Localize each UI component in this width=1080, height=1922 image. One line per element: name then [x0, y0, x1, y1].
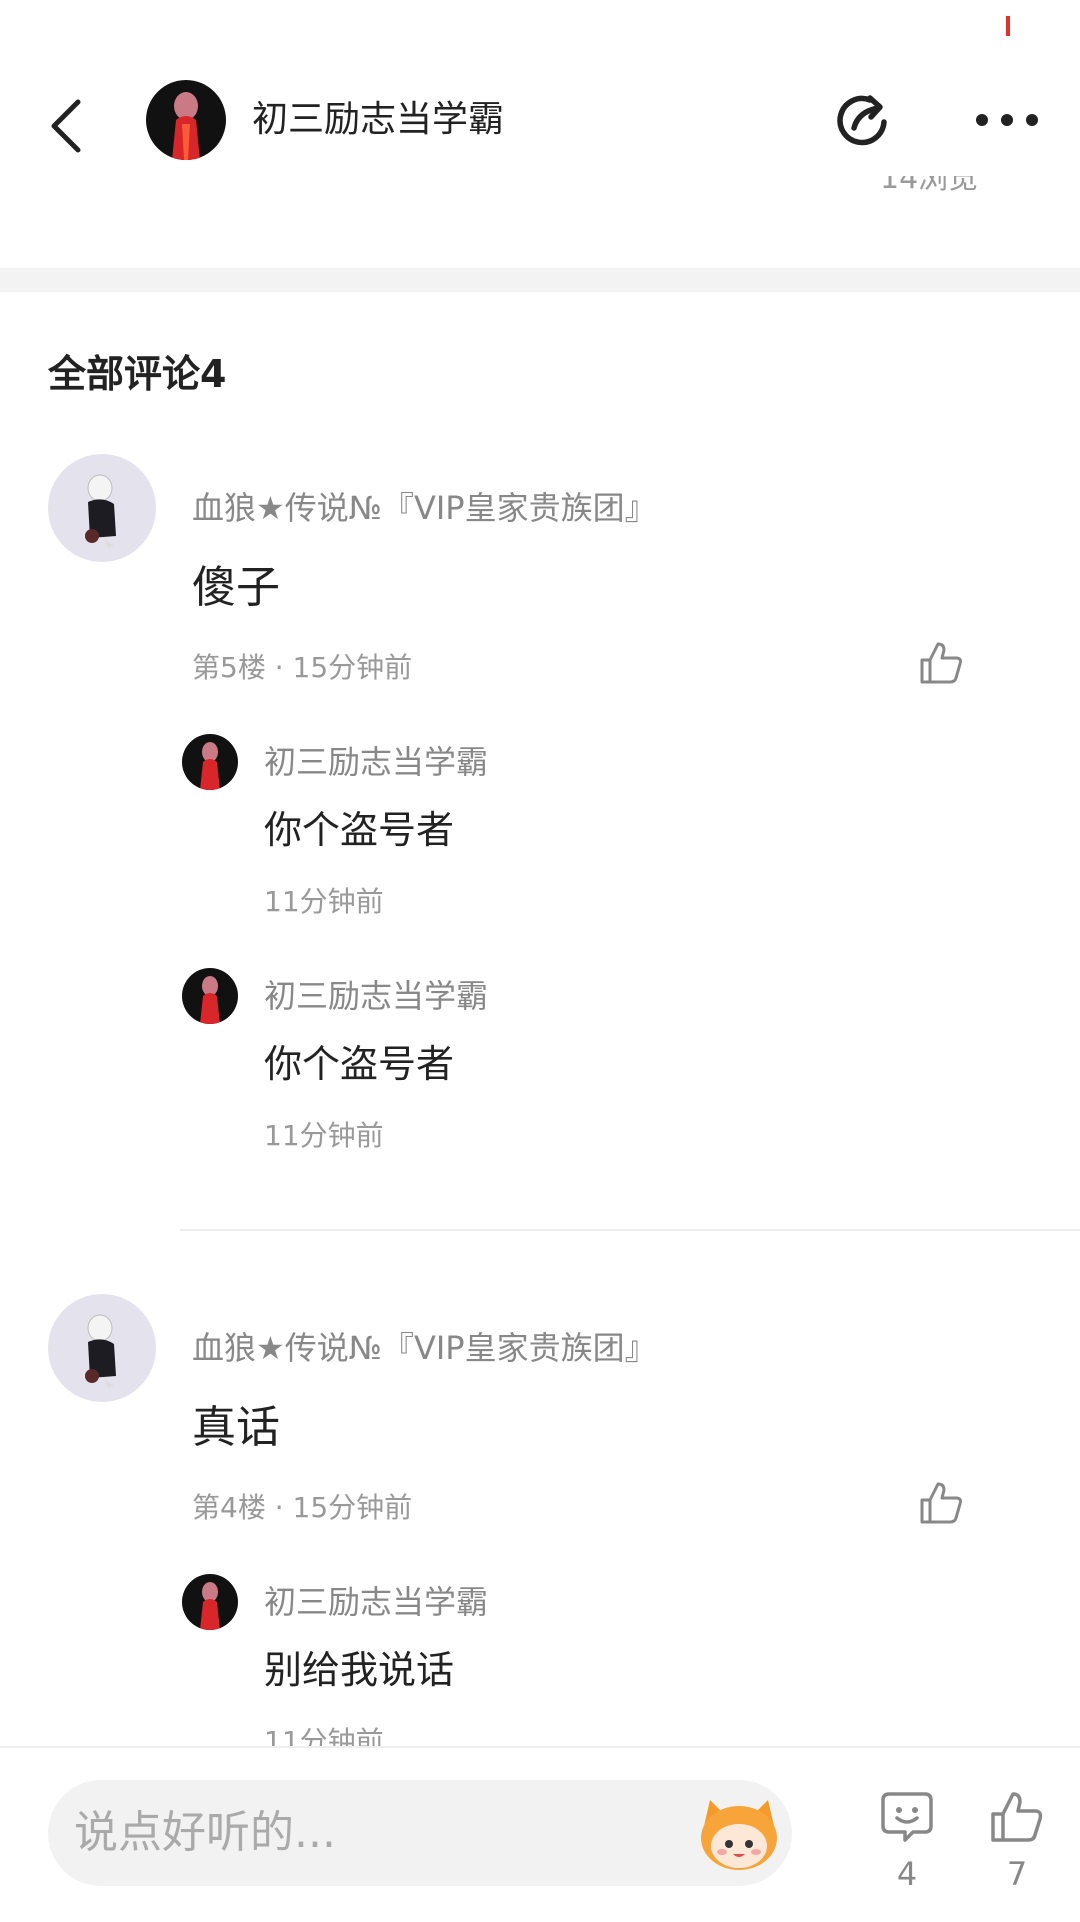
comment-count: 4 — [896, 1855, 918, 1893]
more-options-button[interactable] — [972, 100, 1042, 140]
reply-text: 你个盗号者 — [264, 1042, 455, 1086]
more-icon — [976, 114, 1038, 126]
comment-count-button[interactable]: 4 — [872, 1790, 942, 1894]
comments-section-title: 全部评论4 — [48, 352, 227, 396]
comment-like-button[interactable] — [918, 640, 964, 686]
reply-author-name[interactable]: 初三励志当学霸 — [264, 974, 488, 1018]
commenter-name[interactable]: 血狼★传说№『VIP皇家贵族团』 — [192, 1326, 657, 1370]
commenter-avatar[interactable] — [48, 454, 156, 562]
status-indicator — [1006, 16, 1010, 36]
share-button[interactable] — [832, 88, 896, 152]
comment-meta: 第5楼 · 15分钟前 — [192, 651, 413, 684]
reply-avatar[interactable] — [182, 1574, 238, 1630]
commenter-name[interactable]: 血狼★传说№『VIP皇家贵族团』 — [192, 486, 657, 530]
share-icon — [837, 95, 887, 146]
reply-time: 11分钟前 — [264, 1119, 384, 1152]
reply-avatar[interactable] — [182, 968, 238, 1024]
reply-time: 11分钟前 — [264, 1725, 384, 1746]
reply-text: 别给我说话 — [264, 1648, 455, 1692]
reply-author-name[interactable]: 初三励志当学霸 — [264, 1580, 488, 1624]
thumbs-up-icon — [920, 1482, 962, 1524]
comment-bubble-icon — [881, 1792, 933, 1842]
top-nav-bar: 初三励志当学霸 14浏览 — [0, 0, 1080, 196]
author-avatar[interactable] — [146, 80, 226, 160]
back-button[interactable] — [44, 96, 92, 156]
comment-input-placeholder: 说点好听的... — [74, 1807, 336, 1858]
view-count: 14浏览 — [880, 176, 979, 196]
like-post-button[interactable]: 7 — [982, 1790, 1052, 1894]
section-divider — [0, 268, 1080, 292]
mascot-emoji-icon[interactable] — [696, 1796, 782, 1872]
comment-text: 真话 — [192, 1402, 280, 1453]
thumbs-up-icon — [991, 1792, 1043, 1842]
comment-text: 傻子 — [192, 562, 280, 613]
back-arrow-icon — [51, 99, 81, 153]
comment-input[interactable]: 说点好听的... — [48, 1780, 792, 1886]
reply-author-name[interactable]: 初三励志当学霸 — [264, 740, 488, 784]
reply-time: 11分钟前 — [264, 885, 384, 918]
comment-divider — [180, 1229, 1080, 1231]
reply-text: 你个盗号者 — [264, 808, 455, 852]
like-count: 7 — [1006, 1855, 1028, 1893]
comment-meta: 第4楼 · 15分钟前 — [192, 1491, 413, 1524]
comment-like-button[interactable] — [918, 1480, 964, 1526]
thumbs-up-icon — [920, 642, 962, 684]
commenter-avatar[interactable] — [48, 1294, 156, 1402]
reply-avatar[interactable] — [182, 734, 238, 790]
author-name[interactable]: 初三励志当学霸 — [252, 96, 504, 144]
